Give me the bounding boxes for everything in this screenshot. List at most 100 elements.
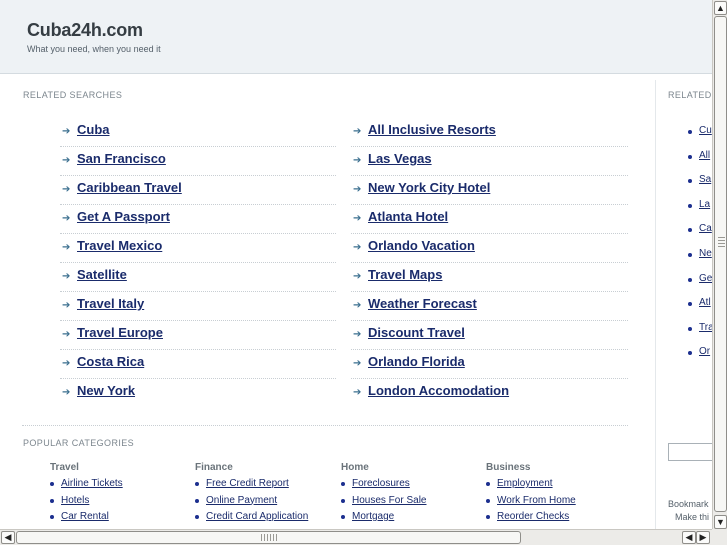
vertical-scrollbar[interactable]: ▲ ▼ [712, 0, 727, 529]
related-search-link[interactable]: Travel Europe [77, 325, 163, 340]
right-arrow-icon: ➔ [353, 155, 362, 166]
related-search-item: ➔ Orlando Florida [351, 350, 628, 379]
bookmark-text[interactable]: Bookmark [668, 499, 709, 509]
related-search-link[interactable]: Discount Travel [368, 325, 465, 340]
vertical-scroll-thumb[interactable] [714, 16, 727, 512]
bullet-icon [341, 515, 345, 519]
site-title[interactable]: Cuba24h.com [27, 20, 143, 41]
category-link-item: Free Credit Report [195, 478, 335, 495]
related-search-item: ➔ Las Vegas [351, 147, 628, 176]
related-search-item: ➔ Costa Rica [60, 350, 336, 379]
category-link[interactable]: Foreclosures [352, 478, 410, 489]
scroll-right-icon[interactable]: ▶ [696, 531, 710, 544]
related-search-link[interactable]: Las Vegas [368, 151, 432, 166]
related-search-item: ➔ Satellite [60, 263, 336, 292]
category-link[interactable]: Credit Card Application [206, 511, 308, 522]
right-arrow-icon: ➔ [353, 387, 362, 398]
related-search-link[interactable]: Orlando Florida [368, 354, 465, 369]
sidebar-link[interactable]: Cu [699, 125, 712, 136]
category-home: Home Foreclosures Houses For Sale Mortga… [341, 462, 481, 528]
related-search-item: ➔ Caribbean Travel [60, 176, 336, 205]
related-search-link[interactable]: Orlando Vacation [368, 238, 475, 253]
sidebar-link[interactable]: All [699, 150, 710, 161]
related-search-link[interactable]: San Francisco [77, 151, 166, 166]
right-arrow-icon: ➔ [353, 213, 362, 224]
related-search-link[interactable]: Costa Rica [77, 354, 144, 369]
related-search-item: ➔ Weather Forecast [351, 292, 628, 321]
bullet-icon [486, 498, 490, 503]
related-search-link[interactable]: London Accomodation [368, 383, 509, 398]
category-link[interactable]: Free Credit Report [206, 478, 289, 489]
bullet-icon [688, 326, 692, 331]
right-arrow-icon: ➔ [62, 155, 71, 166]
related-search-link[interactable]: Cuba [77, 122, 110, 137]
sidebar-link[interactable]: Ca [699, 223, 712, 234]
related-search-link[interactable]: New York [77, 383, 135, 398]
category-link[interactable]: Houses For Sale [352, 495, 426, 506]
sidebar-link[interactable]: Atl [699, 297, 711, 308]
sidebar-link-item: Or [688, 346, 712, 371]
make-homepage-text[interactable]: Make thi [675, 512, 709, 522]
scroll-up-icon[interactable]: ▲ [714, 1, 727, 15]
category-title: Business [486, 462, 531, 473]
related-search-link[interactable]: Travel Mexico [77, 238, 162, 253]
sidebar-link[interactable]: Ne [699, 248, 712, 259]
related-search-link[interactable]: Caribbean Travel [77, 180, 182, 195]
category-link-item: Reorder Checks [486, 511, 626, 528]
category-link-item: Online Payment [195, 495, 335, 512]
sidebar-link-item: Cu [688, 125, 712, 150]
scroll-down-icon[interactable]: ▼ [714, 515, 727, 529]
sidebar-link[interactable]: Or [699, 346, 710, 357]
category-link-item: Houses For Sale [341, 495, 481, 512]
related-search-link[interactable]: Atlanta Hotel [368, 209, 448, 224]
category-link-item: Hotels [50, 495, 190, 512]
sidebar-link[interactable]: Tra [699, 322, 712, 333]
related-search-item: ➔ Get A Passport [60, 205, 336, 234]
category-link[interactable]: Hotels [61, 495, 89, 506]
category-business: Business Employment Work From Home Reord… [486, 462, 626, 528]
sidebar-related-label: RELATED [668, 90, 712, 100]
bullet-icon [688, 179, 692, 184]
right-arrow-icon: ➔ [62, 242, 71, 253]
category-link[interactable]: Car Rental [61, 511, 109, 522]
category-link[interactable]: Mortgage [352, 511, 394, 522]
sidebar-related-list: Cu All Sa La Ca Ne Ge Atl Tra Or [688, 125, 712, 371]
category-link[interactable]: Employment [497, 478, 553, 489]
horizontal-scroll-thumb[interactable] [16, 531, 521, 544]
bullet-icon [688, 130, 692, 134]
related-search-item: ➔ Discount Travel [351, 321, 628, 350]
sidebar-link[interactable]: Ge [699, 273, 712, 284]
related-search-link[interactable]: Travel Italy [77, 296, 144, 311]
right-arrow-icon: ➔ [62, 213, 71, 224]
right-arrow-icon: ➔ [353, 242, 362, 253]
search-input[interactable] [668, 443, 712, 461]
bullet-icon [688, 154, 692, 159]
bullet-icon [688, 203, 692, 208]
related-search-link[interactable]: All Inclusive Resorts [368, 122, 496, 137]
bullet-icon [486, 482, 490, 486]
related-search-item: ➔ New York [60, 379, 336, 408]
bullet-icon [341, 498, 345, 503]
sidebar-link-item: Ca [688, 223, 712, 248]
related-search-link[interactable]: Travel Maps [368, 267, 442, 282]
related-search-link[interactable]: Satellite [77, 267, 127, 282]
right-arrow-icon: ➔ [62, 300, 71, 311]
scroll-left-icon[interactable]: ◀ [1, 531, 15, 544]
horizontal-scrollbar[interactable]: ◀ ◀ ▶ [0, 529, 712, 545]
related-search-link[interactable]: New York City Hotel [368, 180, 490, 195]
related-search-link[interactable]: Weather Forecast [368, 296, 477, 311]
category-link[interactable]: Work From Home [497, 495, 576, 506]
scroll-left-icon[interactable]: ◀ [682, 531, 696, 544]
bullet-icon [688, 252, 692, 257]
sidebar-link[interactable]: Sa [699, 174, 711, 185]
related-search-link[interactable]: Get A Passport [77, 209, 170, 224]
right-arrow-icon: ➔ [62, 329, 71, 340]
right-arrow-icon: ➔ [62, 126, 71, 137]
right-arrow-icon: ➔ [62, 358, 71, 369]
category-link[interactable]: Airline Tickets [61, 478, 123, 489]
sidebar-link[interactable]: La [699, 199, 710, 210]
category-link[interactable]: Reorder Checks [497, 511, 569, 522]
sidebar-link-item: La [688, 199, 712, 224]
category-link[interactable]: Online Payment [206, 495, 277, 506]
right-arrow-icon: ➔ [353, 271, 362, 282]
